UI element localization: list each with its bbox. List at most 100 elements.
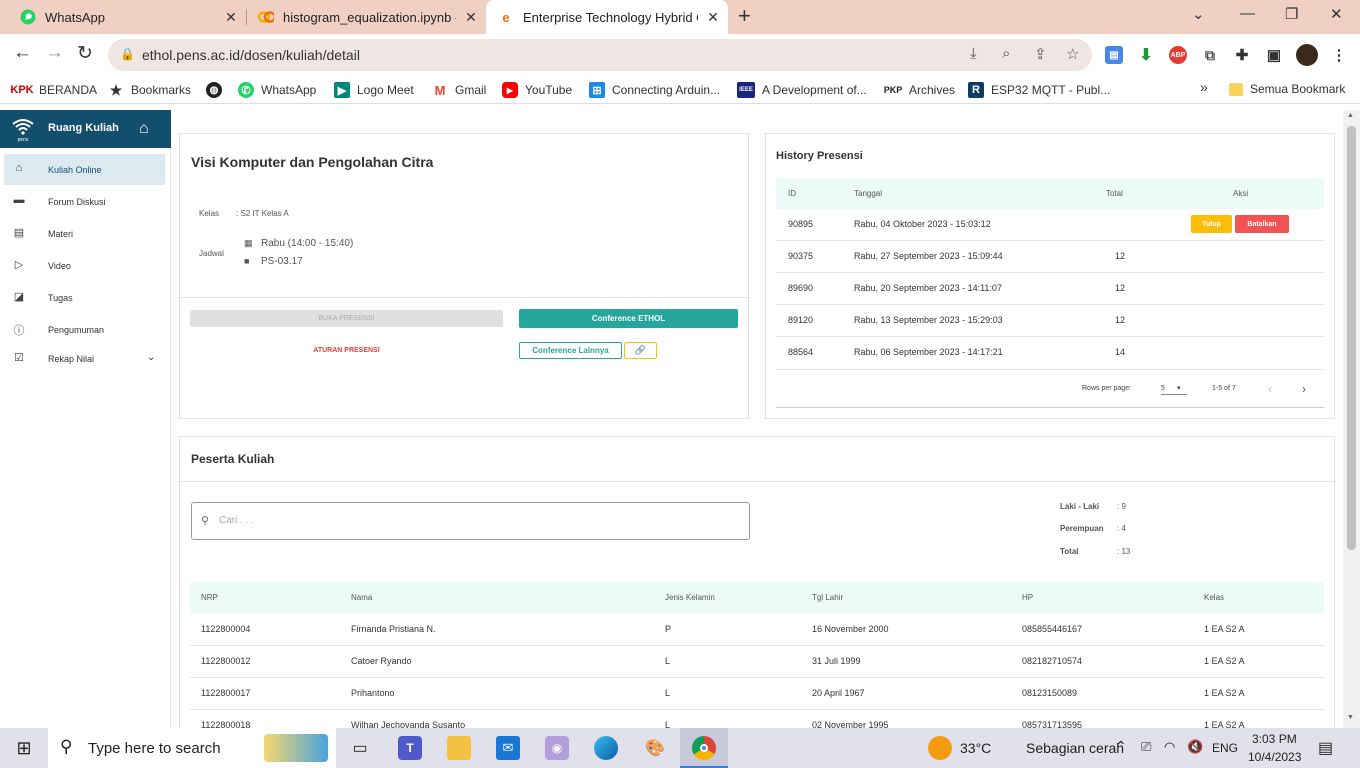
close-tab-icon[interactable]: ✕ — [216, 9, 246, 26]
back-icon[interactable]: ← — [13, 42, 32, 64]
download-extension-icon[interactable]: ⬇ — [1137, 46, 1155, 64]
tab-colab[interactable]: histogram_equalization.ipynb - C ✕ — [246, 0, 486, 34]
mail-icon[interactable]: ✉ — [496, 736, 520, 760]
page-scrollbar[interactable]: ▲ ▼ — [1343, 110, 1360, 728]
link-icon[interactable]: 🔗 — [624, 342, 657, 359]
laki-label: Laki - Laki — [1060, 502, 1100, 511]
address-bar[interactable]: 🔒 ethol.pens.ac.id/dosen/kuliah/detail ⤓… — [108, 39, 1092, 71]
close-window-icon[interactable]: ✕ — [1330, 5, 1343, 23]
sidebar-item-pengumuman[interactable]: ⓘ Pengumuman — [4, 314, 165, 345]
school-icon: ⌂ — [15, 162, 23, 174]
bookmark-beranda[interactable]: KPK BERANDA — [10, 82, 97, 98]
bookmark-whatsapp[interactable]: ✆ WhatsApp — [238, 82, 316, 98]
notification-icon[interactable]: ▤ — [1318, 738, 1333, 758]
weather-temp[interactable]: 33°C — [960, 740, 991, 756]
volume-muted-icon[interactable]: 🔇 — [1187, 739, 1203, 755]
chrome-taskbar-item[interactable] — [680, 728, 728, 768]
teams-icon[interactable]: T — [398, 736, 422, 760]
all-bookmarks[interactable]: Semua Bookmark — [1229, 82, 1345, 96]
forward-icon[interactable]: → — [45, 42, 64, 64]
conference-ethol-button[interactable]: Conference ETHOL — [519, 309, 738, 328]
bookmark-bookmarks[interactable]: ★ Bookmarks — [108, 82, 191, 98]
bookmark-gmail[interactable]: M Gmail — [432, 82, 487, 98]
table-row: 90375 Rabu, 27 September 2023 - 15:09:44… — [776, 241, 1324, 273]
table-row: 1122800012 Catoer Ryando L 31 Juli 1999 … — [190, 646, 1324, 678]
close-tab-icon[interactable]: ✕ — [456, 9, 486, 26]
bookmark-esp32[interactable]: R ESP32 MQTT - Publ... — [968, 82, 1110, 98]
photos-icon[interactable]: ◉ — [545, 736, 569, 760]
zoom-icon[interactable]: ⌕ — [1002, 45, 1010, 62]
tutup-button[interactable]: Tutup — [1191, 215, 1232, 233]
peserta-title: Peserta Kuliah — [191, 452, 275, 466]
scroll-down-icon[interactable]: ▼ — [1347, 714, 1354, 721]
chrome-center — [700, 744, 708, 752]
sidebar-item-rekap-nilai[interactable]: ☑ Rekap Nilai ⌄ — [4, 343, 165, 374]
file-explorer-icon[interactable] — [447, 736, 471, 760]
close-tab-icon[interactable]: ✕ — [698, 9, 728, 26]
restore-icon[interactable]: ❐ — [1285, 5, 1298, 23]
rows-per-page-select[interactable]: 5 ▾ — [1161, 385, 1187, 395]
docs-extension-icon[interactable]: ▤ — [1105, 46, 1123, 64]
video-icon: ▷ — [14, 259, 24, 271]
avatar[interactable] — [1296, 44, 1318, 66]
prev-page-icon[interactable]: ‹ — [1268, 382, 1272, 396]
reload-icon[interactable]: ↻ — [77, 42, 93, 65]
bookmark-youtube[interactable]: ▶ YouTube — [502, 82, 572, 98]
whatsapp-icon — [20, 9, 36, 25]
aturan-presensi-link[interactable]: ATURAN PRESENSI — [190, 342, 503, 359]
search-input[interactable]: ⚲ Cari . . . — [191, 502, 750, 540]
edge-icon[interactable] — [594, 736, 618, 760]
minimize-icon[interactable]: — — [1240, 5, 1255, 22]
side-panel-icon[interactable]: ▣ — [1265, 46, 1283, 64]
task-view-icon[interactable]: ▭ — [348, 736, 372, 760]
buka-presensi-button[interactable]: BUKA PRESENSI — [190, 310, 503, 327]
bookmark-arduino[interactable]: ⊞ Connecting Arduin... — [589, 82, 720, 98]
bookmark-star-icon[interactable]: ☆ — [1066, 45, 1079, 63]
bookmark-globe[interactable]: ◍ — [206, 82, 229, 98]
bookmark-logo-meet[interactable]: ▶ Logo Meet — [334, 82, 414, 98]
sidebar-item-forum-diskusi[interactable]: ▬ Forum Diskusi — [4, 186, 165, 217]
bookmark-ieee[interactable]: IEEE A Development of... — [737, 82, 867, 98]
bookmarks-more[interactable]: » — [1200, 79, 1208, 95]
bookmark-archives[interactable]: PKP Archives — [884, 82, 955, 98]
chevron-up-icon[interactable]: ⌃ — [1115, 738, 1127, 755]
conference-lainnya-button[interactable]: Conference Lainnya — [519, 342, 622, 359]
paint-icon[interactable]: 🎨 — [643, 736, 667, 760]
tab-whatsapp[interactable]: WhatsApp ✕ — [0, 0, 246, 34]
wifi-icon[interactable]: ◠ — [1164, 739, 1175, 755]
adblock-icon[interactable]: ABP — [1169, 46, 1187, 64]
svg-text:pens: pens — [18, 137, 29, 142]
taskbar-search[interactable]: ⚲ Type here to search — [48, 728, 336, 768]
share-icon[interactable]: ⇪ — [1034, 45, 1047, 63]
rows-per-page-label: Rows per page: — [1082, 385, 1132, 392]
sidebar-item-tugas[interactable]: ◪ Tugas — [4, 282, 165, 313]
peserta-card: Peserta Kuliah ⚲ Cari . . . Laki - Laki … — [179, 436, 1335, 742]
whatsapp-icon: ✆ — [238, 82, 254, 98]
sidebar-item-kuliah-online[interactable]: ⌂ Kuliah Online — [4, 154, 165, 185]
puzzle-icon[interactable]: ✚ — [1233, 46, 1251, 64]
extension-icon[interactable]: ⧉ — [1201, 46, 1219, 64]
checklist-icon: ☑ — [14, 352, 24, 364]
meet-now-icon[interactable]: ⎚ — [1141, 739, 1151, 755]
sidebar-item-materi[interactable]: ▤ Materi — [4, 218, 165, 249]
tab-ethol[interactable]: e Enterprise Technology Hybrid O ✕ — [486, 0, 728, 34]
weather-desc[interactable]: Sebagian cerah — [1026, 740, 1124, 756]
divider — [180, 481, 1334, 482]
batalkan-button[interactable]: Batalkan — [1235, 215, 1289, 233]
room-icon: ■ — [244, 256, 250, 266]
scroll-up-icon[interactable]: ▲ — [1347, 112, 1354, 119]
new-tab-icon[interactable]: + — [738, 3, 751, 29]
language-indicator[interactable]: ENG — [1212, 741, 1238, 755]
tab-search-icon[interactable]: ⌄ — [1192, 5, 1205, 23]
clock-time[interactable]: 3:03 PM — [1252, 732, 1297, 746]
windows-start-icon[interactable]: ⊞ — [12, 736, 36, 760]
home-icon[interactable]: ⌂ — [139, 120, 149, 138]
arduino-icon: ⊞ — [589, 82, 605, 98]
menu-dots-icon[interactable]: ⋮ — [1330, 46, 1348, 64]
next-page-icon[interactable]: › — [1302, 382, 1306, 396]
install-icon[interactable]: ⤓ — [970, 45, 977, 62]
clock-date[interactable]: 10/4/2023 — [1248, 750, 1301, 764]
sidebar-item-video[interactable]: ▷ Video — [4, 250, 165, 281]
scrollbar-thumb[interactable] — [1347, 126, 1356, 550]
folder-icon — [1229, 82, 1243, 96]
